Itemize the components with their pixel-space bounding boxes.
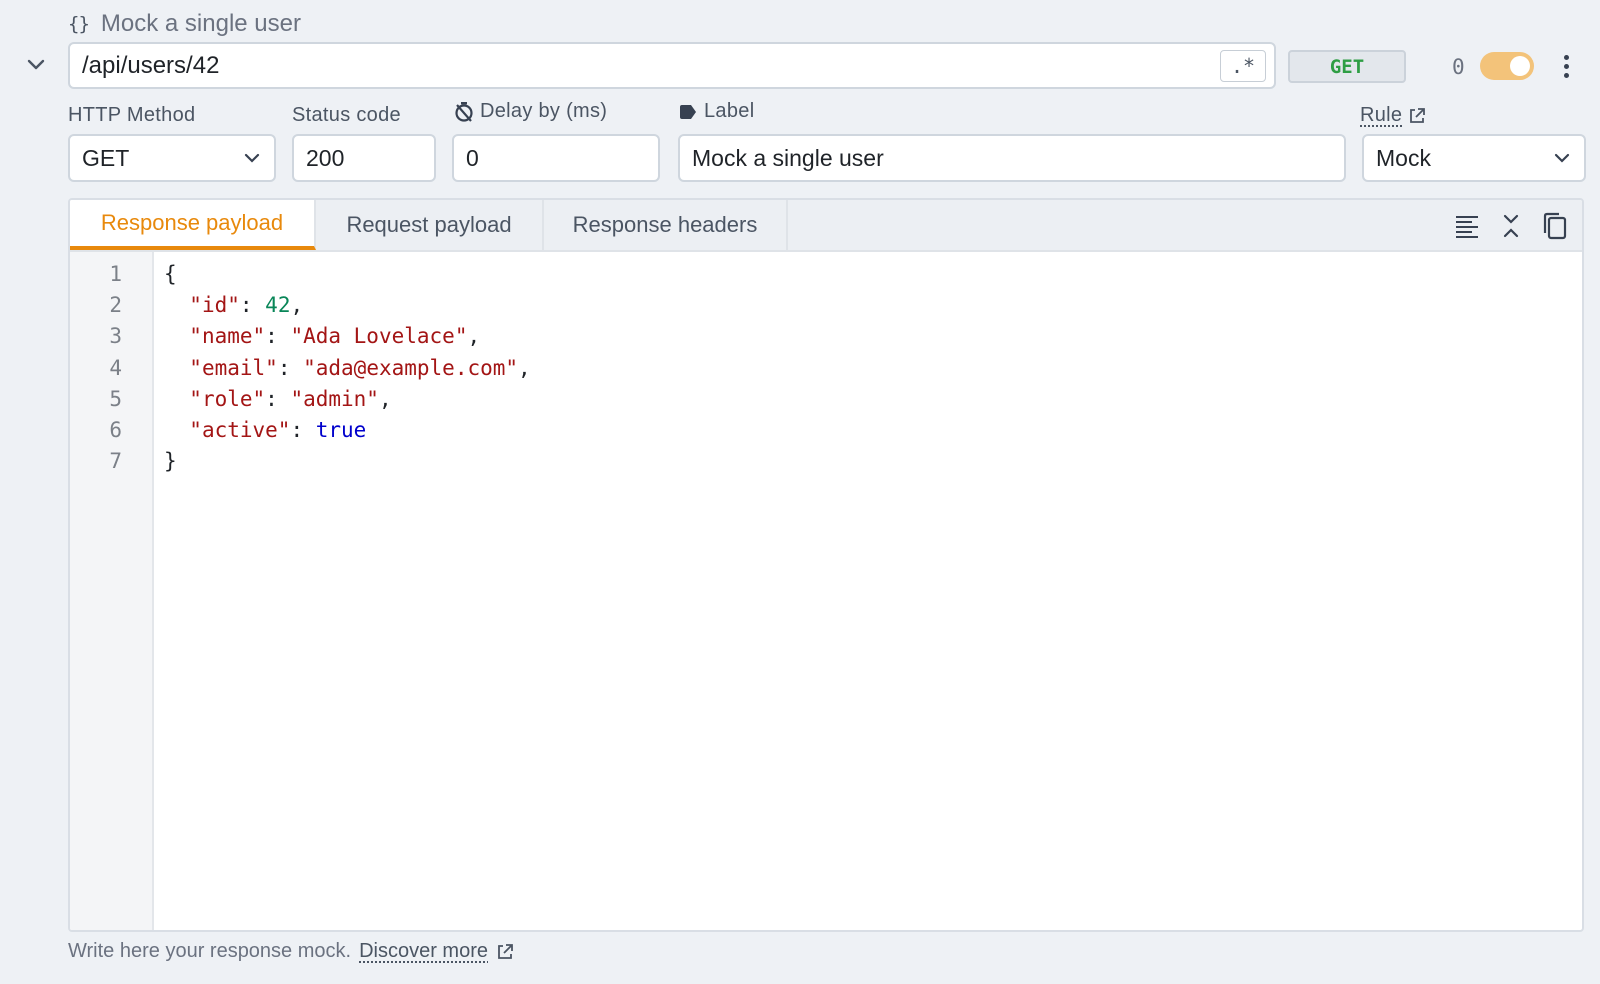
code-value: "ada@example.com" xyxy=(303,356,519,380)
code-token: { xyxy=(164,262,177,286)
editor-footer: Write here your response mock. Discover … xyxy=(68,940,514,963)
line-number: 2 xyxy=(109,293,122,317)
kebab-dot-icon xyxy=(1563,73,1569,78)
line-number: 6 xyxy=(109,418,122,442)
delay-label-wrap: Delay by (ms) xyxy=(454,100,607,123)
label-label: Label xyxy=(704,100,755,122)
rule-type-link[interactable]: Rule xyxy=(1360,104,1402,127)
label-input[interactable] xyxy=(692,144,1332,172)
regex-toggle-button[interactable]: .* xyxy=(1220,50,1266,82)
code-line: "email": "ada@example.com", xyxy=(189,356,531,380)
external-link-icon xyxy=(1410,107,1426,123)
code-key: "active" xyxy=(189,418,291,442)
collapse-button[interactable] xyxy=(1496,211,1526,241)
code-line: { xyxy=(164,262,177,286)
code-line: "name": "Ada Lovelace", xyxy=(189,324,481,348)
delay-label: Delay by (ms) xyxy=(480,100,608,122)
discover-more-link[interactable]: Discover more xyxy=(359,940,488,963)
more-options-button[interactable] xyxy=(1554,50,1578,83)
code-value: 42 xyxy=(265,293,291,317)
line-number: 3 xyxy=(109,324,122,348)
timer-off-icon xyxy=(455,101,473,122)
format-button[interactable] xyxy=(1452,211,1482,241)
format-icon xyxy=(1456,216,1478,238)
code-key: "email" xyxy=(189,356,278,380)
code-line: "id": 42, xyxy=(189,293,304,317)
rule-label-wrap: Rule xyxy=(1360,104,1426,127)
line-number: 4 xyxy=(109,356,122,380)
copy-button[interactable] xyxy=(1540,211,1570,241)
tab-request-payload[interactable]: Request payload xyxy=(316,200,544,250)
editor-toolbar xyxy=(1452,206,1570,246)
label-field[interactable] xyxy=(678,134,1346,182)
delay-field[interactable] xyxy=(452,134,660,182)
line-number-gutter: 1 2 3 4 5 6 7 xyxy=(70,252,154,930)
line-number: 5 xyxy=(109,387,122,411)
chevron-down-icon xyxy=(244,153,260,163)
status-code-label: Status code xyxy=(292,104,401,126)
tag-icon xyxy=(680,104,696,119)
payload-editor-panel: Response payload Request payload Respons… xyxy=(68,198,1584,932)
label-label-wrap: Label xyxy=(678,100,754,123)
tab-response-payload[interactable]: Response payload xyxy=(70,200,316,250)
http-method-select[interactable]: GET xyxy=(68,134,276,182)
rule-enabled-toggle[interactable] xyxy=(1480,52,1534,80)
kebab-dot-icon xyxy=(1563,64,1569,69)
chevron-down-icon xyxy=(27,59,45,70)
url-pattern-field[interactable]: .* xyxy=(68,42,1276,89)
code-editor[interactable]: { "id": 42, "name": "Ada Lovelace", "ema… xyxy=(164,252,1582,930)
rule-type-value: Mock xyxy=(1376,144,1431,171)
code-key: "name" xyxy=(189,324,266,348)
external-link-icon xyxy=(498,943,513,959)
status-code-input[interactable] xyxy=(306,144,422,172)
hit-count: 0 xyxy=(1452,54,1465,79)
method-badge: GET xyxy=(1288,50,1406,83)
code-line: "role": "admin", xyxy=(189,387,392,411)
url-pattern-input[interactable] xyxy=(82,51,1182,80)
toggle-knob xyxy=(1510,56,1530,76)
code-line: } xyxy=(164,449,177,473)
rule-type-select[interactable]: Mock xyxy=(1362,134,1586,182)
status-code-field[interactable] xyxy=(292,134,436,182)
copy-icon xyxy=(1543,212,1567,240)
code-key: "role" xyxy=(189,387,266,411)
chevron-down-icon xyxy=(1554,153,1570,163)
code-value: "Ada Lovelace" xyxy=(290,324,468,348)
code-key: "id" xyxy=(189,293,240,317)
code-value: "admin" xyxy=(290,387,379,411)
rule-header: {} Mock a single user xyxy=(68,8,301,40)
line-number: 7 xyxy=(109,449,122,473)
braces-icon: {} xyxy=(68,13,90,35)
footer-hint: Write here your response mock. xyxy=(68,940,352,962)
collapse-icon xyxy=(1503,214,1519,238)
kebab-dot-icon xyxy=(1563,55,1569,60)
http-method-value: GET xyxy=(82,144,130,171)
rule-title: Mock a single user xyxy=(100,10,301,37)
payload-tabs: Response payload Request payload Respons… xyxy=(70,200,1582,252)
code-token: } xyxy=(164,449,177,473)
http-method-label: HTTP Method xyxy=(68,104,196,126)
delay-input[interactable] xyxy=(466,144,646,172)
code-line: "active": true xyxy=(189,418,367,442)
tab-response-headers[interactable]: Response headers xyxy=(544,200,788,250)
collapse-chevron-button[interactable] xyxy=(22,50,50,78)
line-number: 1 xyxy=(109,262,122,286)
code-value: true xyxy=(315,418,367,442)
